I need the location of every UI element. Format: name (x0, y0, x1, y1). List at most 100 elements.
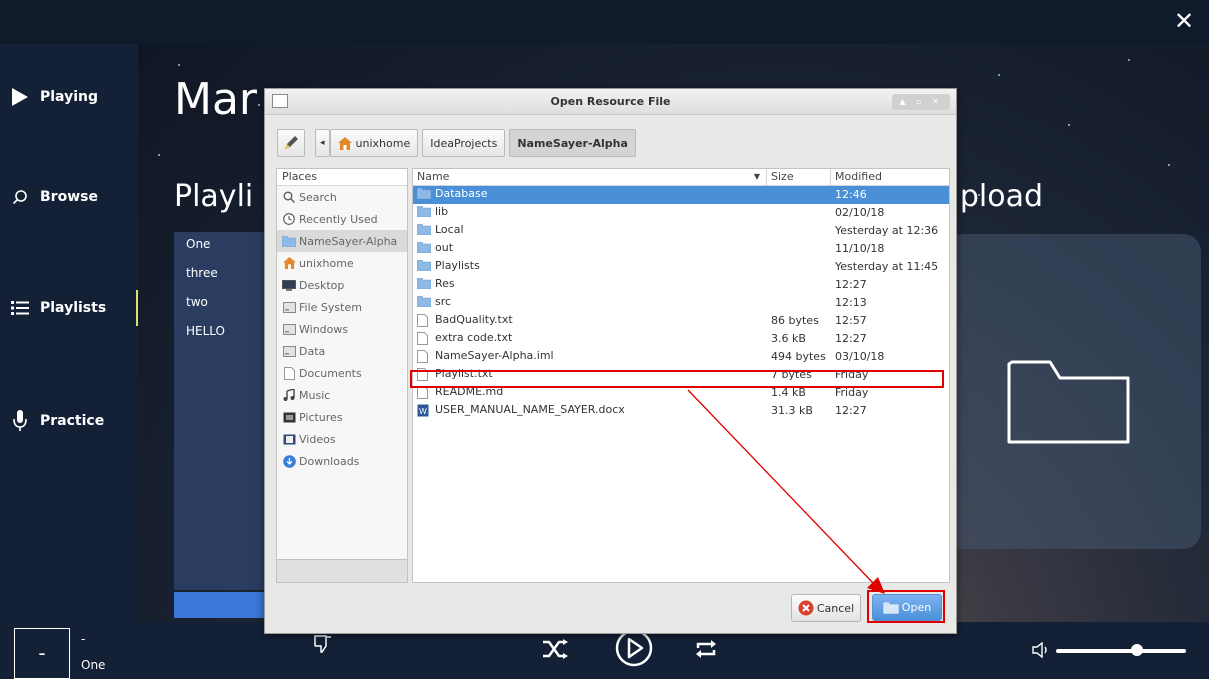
table-row[interactable]: Local Yesterday at 12:36 (413, 222, 949, 240)
place-file-system[interactable]: File System (277, 296, 407, 318)
sidebar-item-playing[interactable]: Playing (0, 79, 138, 115)
shuffle-icon[interactable] (540, 636, 570, 662)
file-name: Local (435, 223, 464, 236)
place-namesayer-alpha[interactable]: NameSayer-Alpha (277, 230, 407, 252)
table-row[interactable]: lib 02/10/18 (413, 204, 949, 222)
close-window-button[interactable]: ✕ (1167, 4, 1201, 38)
table-row[interactable]: out 11/10/18 (413, 240, 949, 258)
chevron-left-icon: ◂ (320, 138, 325, 148)
repeat-icon[interactable] (693, 636, 719, 662)
play-icon (0, 87, 40, 107)
star-decoration (1168, 164, 1170, 166)
places-pane: Places Search Recently Used NameSayer-Alph… (276, 168, 408, 583)
file-name-cell: BadQuality.txt (417, 313, 767, 327)
play-icon (615, 629, 653, 667)
file-name-cell: extra code.txt (417, 331, 767, 345)
microphone-icon (0, 410, 40, 432)
place-recently-used[interactable]: Recently Used (277, 208, 407, 230)
playlists-heading: Playli (174, 179, 254, 214)
file-name-cell: lib (417, 205, 767, 218)
sidebar-item-label: Browse (40, 189, 98, 205)
minus-button[interactable]: - (14, 628, 70, 679)
table-row[interactable]: BadQuality.txt 86 bytes 12:57 (413, 312, 949, 330)
dialog-titlebar[interactable]: Open Resource File ▲ ▫ ✕ (265, 89, 956, 115)
place-documents[interactable]: Documents (277, 362, 407, 384)
column-header-size[interactable]: Size (767, 169, 831, 185)
file-size: 31.3 kB (771, 404, 813, 417)
place-windows[interactable]: Windows (277, 318, 407, 340)
folder-icon (417, 295, 431, 308)
star-decoration (998, 74, 1000, 76)
file-name: Res (435, 277, 455, 290)
path-segment-label: IdeaProjects (430, 136, 498, 150)
column-header-modified[interactable]: Modified (831, 169, 951, 185)
thumbs-down-icon[interactable] (311, 632, 335, 656)
file-name: Database (435, 187, 488, 200)
home-icon (337, 136, 352, 150)
place-label: Data (299, 344, 326, 358)
place-search[interactable]: Search (277, 186, 407, 208)
file-size: 3.6 kB (771, 332, 806, 345)
column-header-name[interactable]: Name ▼ (413, 169, 767, 185)
pencil-icon (285, 136, 298, 149)
drive-icon (282, 301, 296, 313)
table-row[interactable]: W USER_MANUAL_NAME_SAYER.docx 31.3 kB 12:27 (413, 402, 949, 420)
place-label: Documents (299, 366, 362, 380)
annotation-highlight-playlist-file (410, 370, 944, 388)
star-decoration (178, 64, 180, 66)
volume-icon[interactable] (1030, 640, 1052, 660)
place-data[interactable]: Data (277, 340, 407, 362)
path-back-button[interactable]: ◂ (315, 129, 330, 157)
places-footer (276, 559, 408, 583)
table-row[interactable]: extra code.txt 3.6 kB 12:27 (413, 330, 949, 348)
cancel-button[interactable]: Cancel (791, 594, 861, 622)
file-name-cell: Database (417, 187, 767, 200)
table-row[interactable]: Res 12:27 (413, 276, 949, 294)
edit-location-button[interactable] (277, 129, 305, 157)
file-modified: 12:27 (835, 404, 867, 417)
path-segment-label: NameSayer-Alpha (517, 136, 628, 150)
place-unixhome[interactable]: unixhome (277, 252, 407, 274)
path-segment-unixhome[interactable]: unixhome (329, 129, 419, 157)
place-downloads[interactable]: Downloads (277, 450, 407, 472)
volume-slider-handle[interactable] (1130, 644, 1143, 656)
word-icon: W (417, 404, 431, 416)
drive-icon (282, 345, 296, 357)
path-segment-namesayer-alpha[interactable]: NameSayer-Alpha (509, 129, 636, 157)
place-label: Videos (299, 432, 336, 446)
folder-icon (417, 277, 431, 290)
table-row[interactable]: Database 12:46 (413, 186, 949, 204)
place-label: NameSayer-Alpha (299, 234, 398, 248)
table-row[interactable]: src 12:13 (413, 294, 949, 312)
file-modified: 12:57 (835, 314, 867, 327)
star-decoration (158, 154, 160, 156)
window-controls[interactable]: ▲ ▫ ✕ (892, 94, 950, 110)
folder-icon (417, 205, 431, 218)
path-segment-ideaprojects[interactable]: IdeaProjects (422, 129, 506, 157)
volume-slider[interactable] (1056, 649, 1186, 653)
star-decoration (1128, 59, 1130, 61)
sidebar: Playing Browse Playlists Practice (0, 44, 138, 622)
file-name-cell: W USER_MANUAL_NAME_SAYER.docx (417, 403, 767, 416)
place-label: unixhome (299, 256, 354, 270)
file-name-cell: Local (417, 223, 767, 236)
places-list: Search Recently Used NameSayer-Alpha unixho… (277, 186, 407, 472)
table-row[interactable]: Playlists Yesterday at 11:45 (413, 258, 949, 276)
place-desktop[interactable]: Desktop (277, 274, 407, 296)
sidebar-item-playlists[interactable]: Playlists (0, 290, 138, 326)
sidebar-item-label: Playlists (40, 300, 107, 316)
place-music[interactable]: Music (277, 384, 407, 406)
file-modified: 02/10/18 (835, 206, 885, 219)
file-modified: 12:27 (835, 278, 867, 291)
table-row[interactable]: NameSayer-Alpha.iml 494 bytes 03/10/18 (413, 348, 949, 366)
place-pictures[interactable]: Pictures (277, 406, 407, 428)
app-window: ✕ Playing Browse Playlists Practice Mar … (0, 0, 1209, 679)
search-icon (0, 189, 40, 205)
document-icon (282, 366, 296, 380)
file-modified: 03/10/18 (835, 350, 885, 363)
upload-drop-zone[interactable] (944, 234, 1201, 549)
sidebar-item-practice[interactable]: Practice (0, 403, 138, 439)
place-videos[interactable]: Videos (277, 428, 407, 450)
music-icon (282, 389, 296, 401)
sidebar-item-browse[interactable]: Browse (0, 179, 138, 215)
